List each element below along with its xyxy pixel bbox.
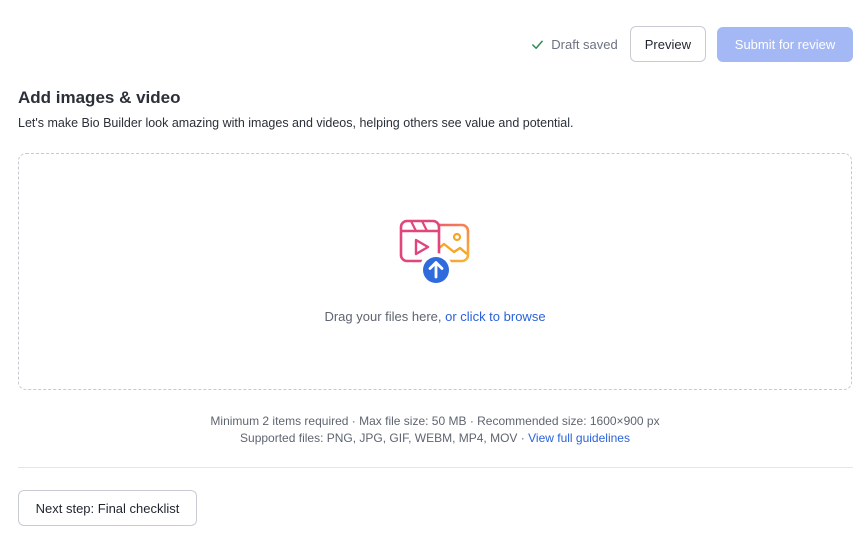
draft-status: Draft saved — [531, 36, 618, 52]
browse-link[interactable]: or click to browse — [445, 309, 545, 324]
divider — [18, 467, 853, 468]
media-upload-illustration — [399, 219, 470, 287]
top-action-bar: Draft saved Preview Submit for review — [531, 26, 853, 62]
check-icon — [532, 40, 544, 49]
page: Draft saved Preview Submit for review Ad… — [0, 0, 868, 545]
file-dropzone[interactable]: Drag your files here, or click to browse — [18, 153, 852, 390]
preview-button[interactable]: Preview — [629, 26, 706, 62]
submit-for-review-button[interactable]: Submit for review — [717, 26, 853, 62]
upload-arrow-icon — [419, 253, 453, 287]
requirements-line-1: Minimum 2 items required · Max file size… — [210, 414, 660, 428]
supported-files-text: Supported files: PNG, JPG, GIF, WEBM, MP… — [240, 431, 529, 445]
section-subtitle: Let's make Bio Builder look amazing with… — [18, 116, 574, 130]
dropzone-instructions: Drag your files here, or click to browse — [19, 309, 851, 324]
dropzone-text: Drag your files here, — [324, 309, 446, 324]
requirements-line-2: Supported files: PNG, JPG, GIF, WEBM, MP… — [18, 430, 852, 447]
file-requirements: Minimum 2 items required · Max file size… — [18, 413, 852, 447]
view-guidelines-link[interactable]: View full guidelines — [528, 431, 630, 445]
draft-status-label: Draft saved — [551, 36, 618, 52]
next-step-button[interactable]: Next step: Final checklist — [18, 490, 197, 526]
section-title: Add images & video — [18, 88, 181, 107]
